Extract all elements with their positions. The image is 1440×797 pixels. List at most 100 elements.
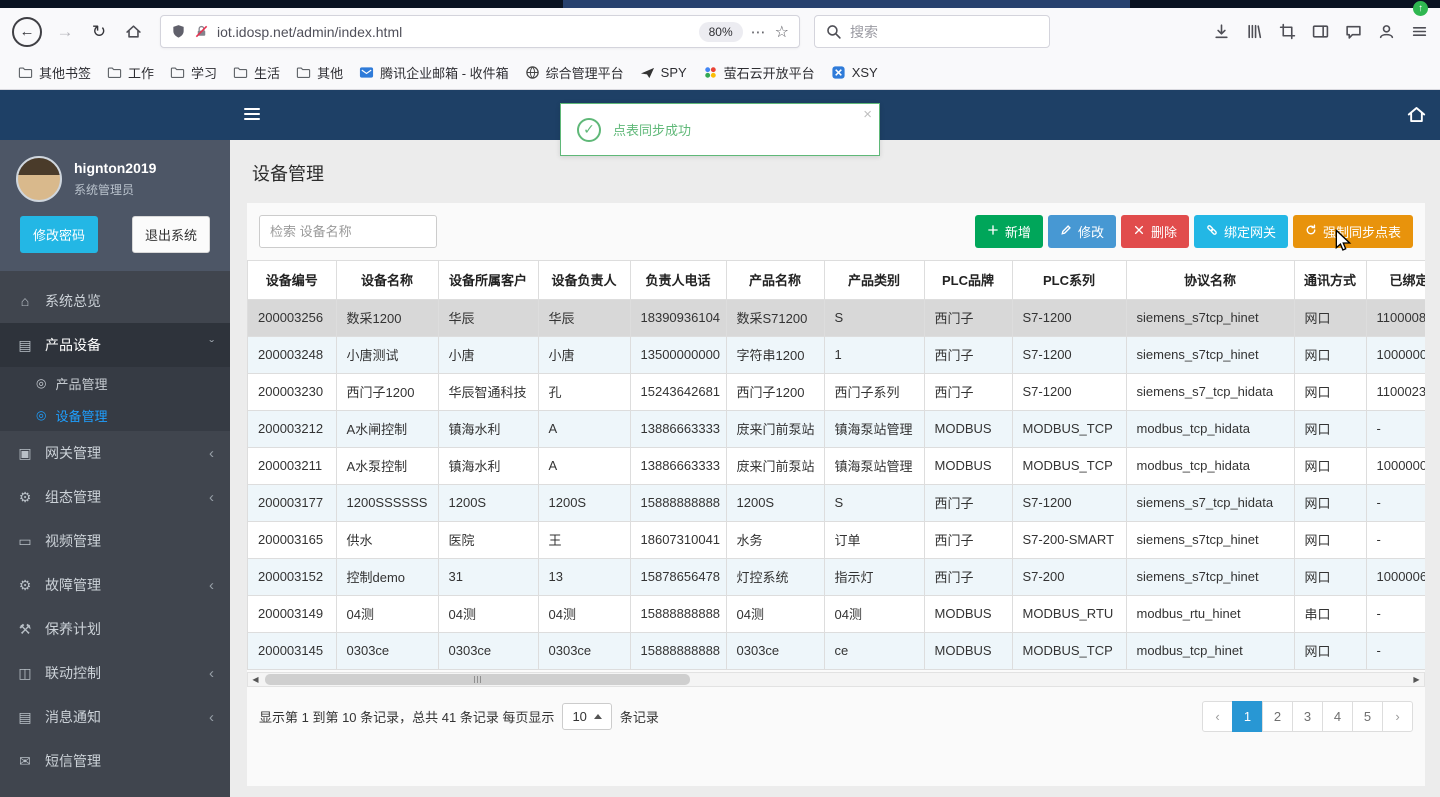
bookmark-腾讯企业邮箱 - 收件箱[interactable]: 腾讯企业邮箱 - 收件箱 [351,59,517,86]
logout-button[interactable]: 退出系统 [131,216,210,253]
table-cell: modbus_tcp_hidata [1126,447,1295,485]
reload-button[interactable]: ↻ [84,17,114,47]
新增-button[interactable]: 新增 [974,215,1043,248]
device-search-input[interactable] [259,215,437,248]
pagination-prev[interactable]: ‹ [1202,700,1233,732]
table-cell: - [1366,484,1425,522]
browser-search-bar[interactable]: 搜索 [814,15,1050,48]
pagination-next[interactable]: › [1382,700,1413,732]
sidebar-item-联动控制[interactable]: ◫ 联动控制 ‹ [0,651,230,695]
address-bar[interactable]: iot.idosp.net/admin/index.html 80% ⋯ ☆ [160,15,800,48]
page-size-dropdown[interactable]: 10 [562,702,612,730]
bookmark-XSY[interactable]: XSY [823,61,886,84]
绑定网关-button[interactable]: 绑定网关 [1193,215,1288,248]
clip-icon[interactable] [1279,23,1296,40]
bookmark-star-icon[interactable]: ☆ [775,22,789,42]
link-icon [1206,224,1218,239]
table-cell: 西门子 [924,484,1013,522]
bookmark-生活[interactable]: 生活 [225,59,288,86]
pagination-page-1[interactable]: 1 [1232,700,1263,732]
table-cell: MODBUS_TCP [1012,632,1127,670]
message-bubble-icon[interactable] [1345,23,1362,40]
pagination-page-2[interactable]: 2 [1262,700,1293,732]
app-home-button[interactable] [1407,105,1426,129]
sidebar-item-系统总览[interactable]: ⌂ 系统总览 [0,279,230,323]
change-password-button[interactable]: 修改密码 [20,216,99,253]
horizontal-scrollbar[interactable]: ◀ ▶ [247,671,1425,687]
table-cell: 供水 [336,521,439,559]
sidebar-subitem-设备管理[interactable]: ◎ 设备管理 [0,399,230,431]
table-cell: 镇海泵站管理 [824,410,925,448]
table-cell: 200003165 [248,521,337,559]
action-label: 删除 [1150,225,1177,240]
sidebar-item-消息通知[interactable]: ▤ 消息通知 ‹ [0,695,230,739]
submenu: ◎ 产品管理 ◎ 设备管理 [0,367,230,431]
action-label: 修改 [1077,225,1104,240]
sidebar-item-工单管理[interactable]: ▤工单管理 [0,783,230,797]
sidebar-item-保养计划[interactable]: ⚒ 保养计划 [0,607,230,651]
gateway-icon: ▣ [18,444,32,461]
table-row[interactable]: 200003212 A水闸控制 镇海水利 A 13886663333 庻来门前泵站 镇海泵站… [248,410,1425,448]
sidebar-item-故障管理[interactable]: ⚙ 故障管理 ‹ [0,563,230,607]
update-arrow-badge[interactable]: ↑ [1413,1,1428,16]
forward-button[interactable]: → [50,17,80,47]
app-menu-icon[interactable] [1411,23,1428,40]
browser-home-button[interactable] [118,17,148,47]
sidebar-toggle-button[interactable] [244,108,260,123]
sidebar-item-组态管理[interactable]: ⚙ 组态管理 ‹ [0,475,230,519]
sidebar-item-产品设备[interactable]: ▤ 产品设备 ˇ [0,323,230,367]
table-cell: 西门子 [924,299,1013,337]
bookmark-萤石云开放平台[interactable]: 萤石云开放平台 [695,59,823,86]
table-row[interactable]: 200003256 数采1200 华辰 华辰 18390936104 数采S71200 S 西… [248,299,1425,337]
bookmark-综合管理平台[interactable]: 综合管理平台 [517,59,632,86]
toast-close-icon[interactable]: × [863,106,872,123]
library-icon[interactable] [1246,23,1263,40]
table-row[interactable]: 200003149 04测 04测 04测 15888888888 04测 04测 MODBU… [248,595,1425,633]
table-row[interactable]: 200003152 控制demo 31 13 15878656478 灯控系统 指示灯 西门子… [248,558,1425,596]
强制同步点表-button[interactable]: 强制同步点表 [1292,215,1413,248]
bookmark-学习[interactable]: 学习 [162,59,225,86]
home-icon [1407,107,1426,122]
pagination-page-3[interactable]: 3 [1292,700,1323,732]
table-cell: - [1366,521,1425,559]
sidebar-item-网关管理[interactable]: ▣ 网关管理 ‹ [0,431,230,475]
table-row[interactable]: 200003145 0303ce 0303ce 0303ce 15888888888 03… [248,632,1425,670]
scroll-right-arrow[interactable]: ▶ [1409,673,1424,686]
table-cell: 西门子 [924,558,1013,596]
table-cell: S7-1200 [1012,299,1127,337]
avatar[interactable] [16,156,62,202]
bookmark-其他书签[interactable]: 其他书签 [10,59,99,86]
scrollbar-track[interactable] [263,673,1409,686]
zoom-badge[interactable]: 80% [698,21,743,42]
table-cell: 04测 [438,595,539,633]
table-row[interactable]: 200003230 西门子1200 华辰智通科技孔 15243642681 西门子120… [248,373,1425,411]
bookmark-SPY[interactable]: SPY [632,61,695,84]
chevron-left-icon: ‹ [209,488,214,506]
table-row[interactable]: 200003177 1200SSSSSS 1200S 1200S 15888888888… [248,484,1425,522]
删除-button[interactable]: 删除 [1120,215,1189,248]
table-row[interactable]: 200003165 供水 医院王 18607310041 水务 订单 西门子 S7-200-S… [248,521,1425,559]
bookmark-label: 综合管理平台 [545,65,624,81]
bookmark-其他[interactable]: 其他 [288,59,351,86]
sidebar-subitem-产品管理[interactable]: ◎ 产品管理 [0,367,230,399]
pagination-page-4[interactable]: 4 [1322,700,1353,732]
table-cell: 200003145 [248,632,337,670]
table-cell: modbus_tcp_hidata [1126,410,1295,448]
table-row[interactable]: 200003211 A水泵控制 镇海水利 A 13886663333 庻来门前泵站 镇海泵站… [248,447,1425,485]
scroll-left-arrow[interactable]: ◀ [248,673,263,686]
pagination-page-5[interactable]: 5 [1352,700,1383,732]
back-button[interactable]: ← [12,16,42,47]
table-cell: 小唐 [538,336,631,374]
chevron-down-icon: ˇ [209,337,214,353]
table-row[interactable]: 200003248 小唐测试 小唐 小唐 13500000000 字符串1200 1 西门子 S… [248,336,1425,374]
scrollbar-thumb[interactable] [265,673,690,685]
bookmark-工作[interactable]: 工作 [99,59,162,86]
page-actions-icon[interactable]: ⋯ [751,23,767,41]
sidebar-panel-icon[interactable] [1312,23,1329,40]
sidebar-item-短信管理[interactable]: ✉ 短信管理 [0,739,230,783]
修改-button[interactable]: 修改 [1047,215,1116,248]
table-cell: 15888888888 [630,484,727,522]
sidebar-item-视频管理[interactable]: ▭ 视频管理 [0,519,230,563]
download-icon[interactable] [1213,23,1230,40]
account-icon[interactable] [1378,23,1395,40]
